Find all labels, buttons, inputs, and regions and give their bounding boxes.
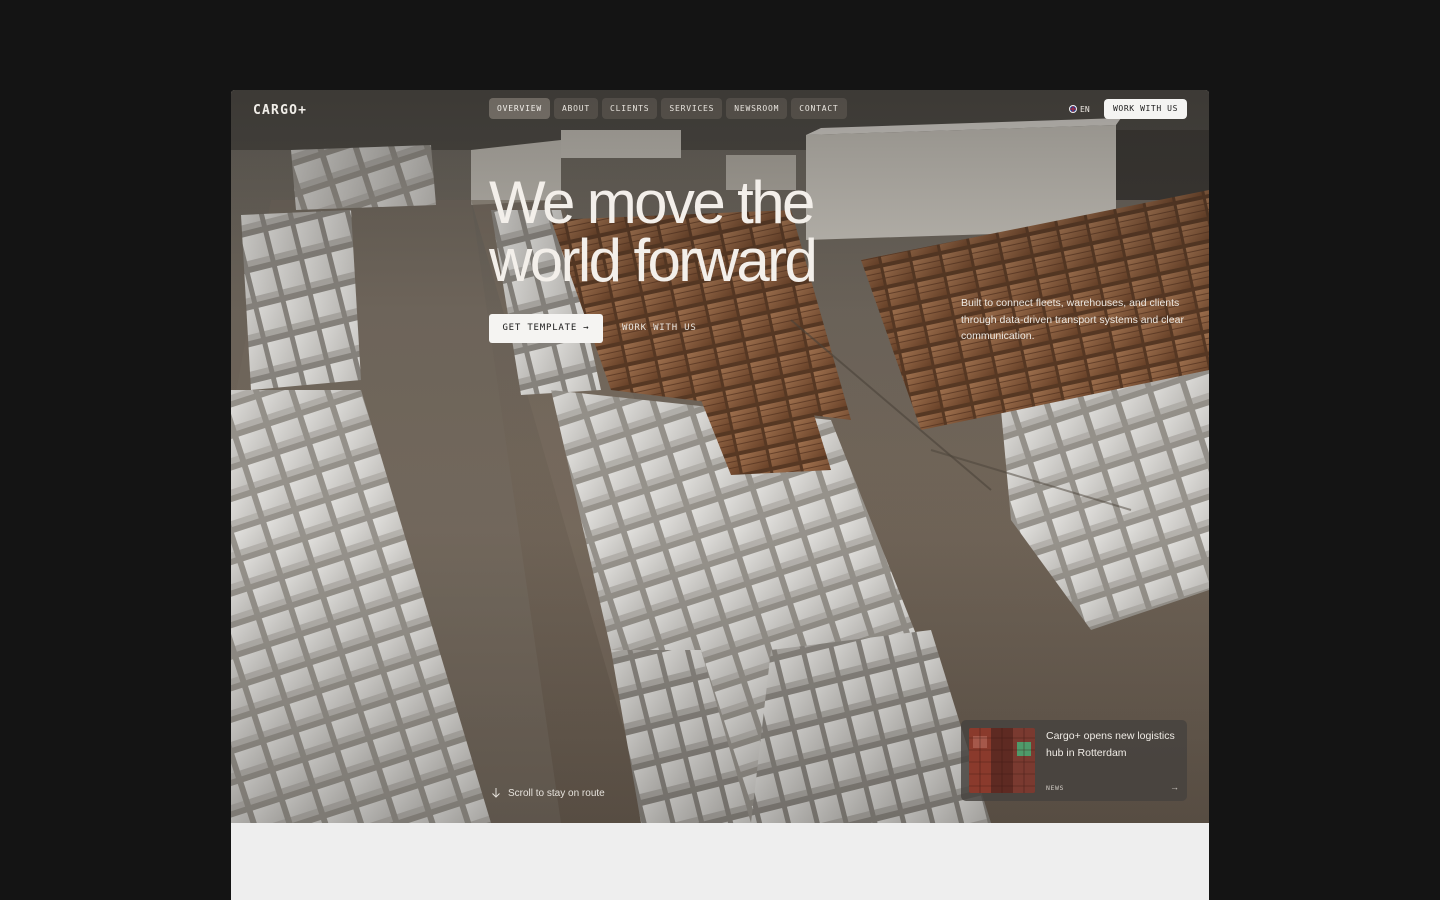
news-title: Cargo+ opens new logistics hub in Rotter…: [1046, 730, 1175, 759]
arrow-right-icon: →: [1170, 782, 1179, 792]
hero-tagline: Built to connect fleets, warehouses, and…: [961, 297, 1184, 342]
cargo-plus-logo[interactable]: CARGO+: [253, 102, 353, 116]
language-switcher[interactable]: EN: [1069, 104, 1090, 114]
nav-item-overview[interactable]: OVERVIEW: [489, 98, 550, 119]
headline-line-2: world forward: [489, 227, 818, 294]
language-label: EN: [1080, 104, 1090, 114]
header-work-with-us-button[interactable]: WORK WITH US: [1104, 99, 1187, 119]
hero-headline: We move the world forward: [489, 173, 909, 291]
nav-item-services[interactable]: SERVICES: [661, 98, 723, 119]
work-with-us-link[interactable]: WORK WITH US: [612, 314, 707, 343]
nav-item-newsroom[interactable]: NEWSROOM: [726, 98, 788, 119]
headline-line-1: We move the: [489, 169, 815, 236]
news-card[interactable]: Cargo+ opens new logistics hub in Rotter…: [961, 720, 1187, 801]
nav-item-contact[interactable]: CONTACT: [791, 98, 847, 119]
news-tag: NEWS: [1046, 784, 1065, 792]
browser-frame: CARGO+ OVERVIEW ABOUT CLIENTS SERVICES N…: [231, 90, 1209, 900]
arrow-down-icon: [492, 788, 500, 798]
get-template-button[interactable]: GET TEMPLATE →: [489, 314, 603, 343]
nav-item-about[interactable]: ABOUT: [553, 98, 599, 119]
main-navigation: OVERVIEW ABOUT CLIENTS SERVICES NEWSROOM…: [489, 98, 847, 119]
news-thumbnail-image: [969, 728, 1035, 793]
hero-section: CARGO+ OVERVIEW ABOUT CLIENTS SERVICES N…: [231, 90, 1209, 823]
nav-item-clients[interactable]: CLIENTS: [602, 98, 658, 119]
scroll-hint[interactable]: Scroll to stay on route: [491, 786, 605, 800]
scroll-hint-label: Scroll to stay on route: [508, 787, 605, 799]
svg-text:CARGO+: CARGO+: [253, 103, 307, 116]
uk-flag-icon: [1069, 105, 1077, 113]
